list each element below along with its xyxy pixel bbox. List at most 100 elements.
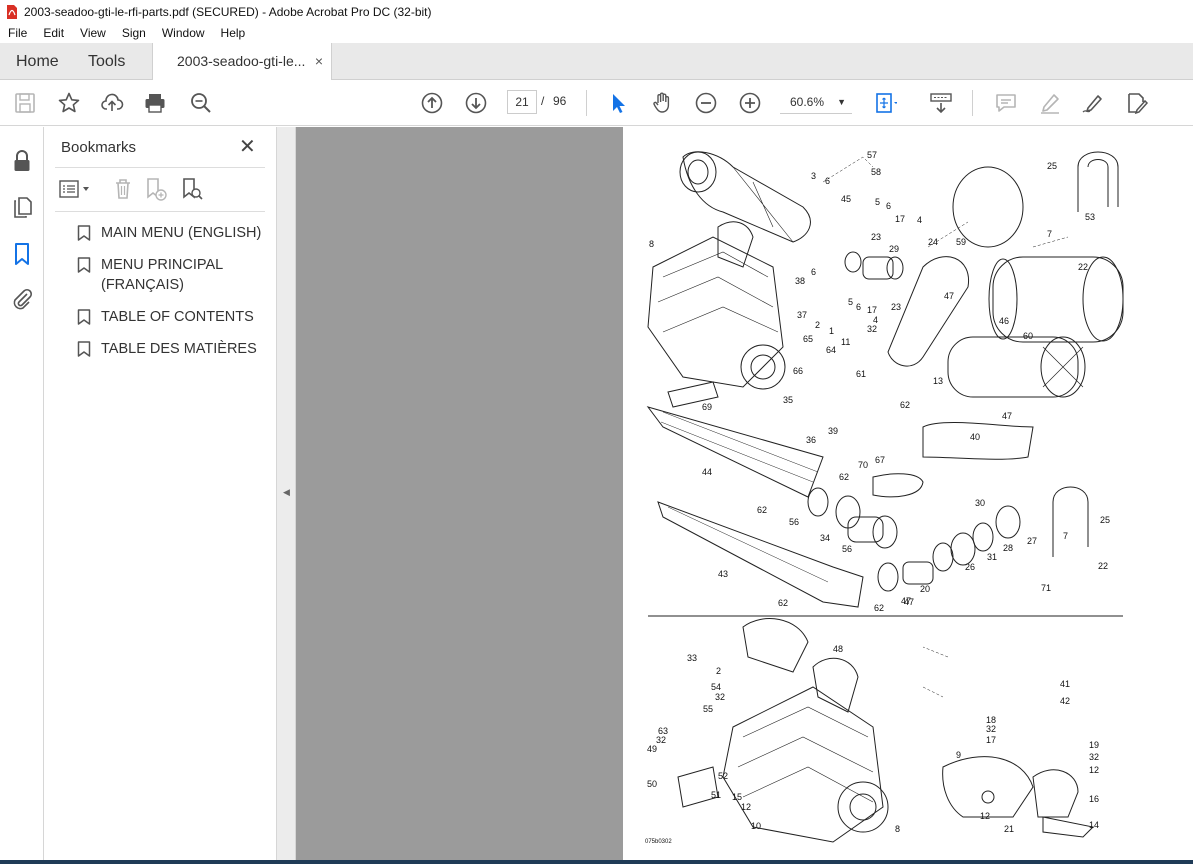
attachment-icon[interactable] [10,287,34,311]
part-callout-number: 8 [895,824,900,834]
bookmark-menu-principal[interactable]: MENU PRINCIPAL (FRANÇAIS) [75,255,275,295]
title-bar: 2003-seadoo-gti-le-rfi-parts.pdf (SECURE… [0,0,1193,23]
part-callout-number: 65 [803,334,813,344]
menu-sign[interactable]: Sign [114,26,154,40]
menu-file[interactable]: File [0,26,35,40]
hand-tool-icon[interactable] [650,91,674,115]
acrobat-window: 2003-seadoo-gti-le-rfi-parts.pdf (SECURE… [0,0,1193,864]
bookmark-icon [77,257,91,273]
bookmark-table-des-matieres[interactable]: TABLE DES MATIÈRES [75,339,275,359]
part-callout-number: 20 [920,584,930,594]
close-tab-icon[interactable]: × [315,43,323,80]
part-callout-number: 62 [900,400,910,410]
part-callout-number: 2 [815,320,820,330]
bookmark-table-of-contents[interactable]: TABLE OF CONTENTS [75,307,275,327]
part-callout-number: 45 [841,194,851,204]
part-callout-number: 61 [856,369,866,379]
total-pages: 96 [553,94,567,108]
tab-tools[interactable]: Tools [88,43,125,80]
part-callout-number: 66 [793,366,803,376]
comment-icon[interactable] [994,91,1018,115]
part-callout-number: 53 [1085,212,1095,222]
part-callout-number: 2 [716,666,721,676]
cloud-upload-icon[interactable] [100,91,124,115]
panel-splitter[interactable]: ◀ [277,127,296,860]
part-callout-number: 6 [811,267,816,277]
zoom-level-select[interactable]: 60.6% ▼ [780,90,852,114]
part-callout-number: 59 [956,237,966,247]
part-callout-number: 38 [795,276,805,286]
zoom-search-icon[interactable] [189,91,213,115]
part-callout-number: 10 [751,821,761,831]
scroll-mode-icon[interactable] [929,91,953,115]
window-title: 2003-seadoo-gti-le-rfi-parts.pdf (SECURE… [24,4,432,19]
previous-page-icon[interactable] [420,91,444,115]
tab-home[interactable]: Home [16,43,59,80]
menu-view[interactable]: View [72,26,114,40]
part-callout-number: 70 [858,460,868,470]
add-bookmark-icon[interactable] [144,177,168,201]
next-page-icon[interactable] [464,91,488,115]
find-bookmark-icon[interactable] [180,177,204,201]
diagram-callouts-top: 57583 645 5 617 425537228232924 593865 6 174233… [649,150,1110,613]
part-callout-number: 58 [871,167,881,177]
part-callout-number: 6 [886,201,891,211]
part-callout-number: 1 [829,326,834,336]
part-callout-number: 19 [1089,740,1099,750]
bookmark-panel-icon[interactable] [10,242,34,266]
save-icon[interactable] [13,91,37,115]
star-icon[interactable] [57,91,81,115]
part-callout-number: 29 [889,244,899,254]
part-callout-number: 13 [933,376,943,386]
part-callout-number: 22 [1078,262,1088,272]
chevron-down-icon: ▼ [837,97,846,107]
fill-sign-icon[interactable] [1125,91,1149,115]
part-callout-number: 51 [711,790,721,800]
part-callout-number: 12 [1089,765,1099,775]
page-number-input[interactable]: 21 [507,90,537,114]
part-callout-number: 67 [875,455,885,465]
part-callout-number: 36 [806,435,816,445]
part-callout-number: 54 [711,682,721,692]
menu-edit[interactable]: Edit [35,26,72,40]
options-menu-icon[interactable] [59,177,93,201]
part-callout-number: 47 [944,291,954,301]
part-callout-number: 34 [820,533,830,543]
document-viewport[interactable]: 57 58 3 6 45 5 6 17 4 25 53 7 22 8 23 29 24 59 38 6 5 6 17 4 23 3… [296,127,1193,860]
tab-document[interactable]: 2003-seadoo-gti-le... × [152,43,332,80]
part-callout-number: 32 [986,724,996,734]
sign-pen-icon[interactable] [1081,91,1105,115]
highlight-pen-icon[interactable] [1038,91,1062,115]
part-callout-number: 49 [647,744,657,754]
bookmark-main-menu-english[interactable]: MAIN MENU (ENGLISH) [75,223,275,243]
bookmark-label: TABLE DES MATIÈRES [101,341,257,357]
part-callout-number: 6 [825,176,830,186]
page-thumbnails-icon[interactable] [10,195,34,219]
zoom-out-icon[interactable] [694,91,718,115]
part-callout-number: 62 [757,505,767,515]
diagram-callouts-bottom: 48332543255633249525051 151210 84142183217… [647,644,1099,834]
bookmark-label: TABLE OF CONTENTS [101,309,254,325]
part-callout-number: 64 [826,345,836,355]
menu-help[interactable]: Help [213,26,254,40]
select-cursor-icon[interactable] [606,91,630,115]
part-callout-number: 31 [987,552,997,562]
part-callout-number: 33 [687,653,697,663]
bookmarks-panel: Bookmarks ✕ MAIN MENU (ENGLISH) MENU PRI… [45,127,277,860]
part-callout-number: 39 [828,426,838,436]
part-callout-number: 12 [741,802,751,812]
close-panel-icon[interactable]: ✕ [239,137,256,157]
part-callout-number: 21 [1004,824,1014,834]
delete-bookmark-icon[interactable] [111,177,135,201]
print-icon[interactable] [143,91,167,115]
part-callout-number: 6 [856,302,861,312]
collapse-panel-icon[interactable]: ◀ [283,487,290,498]
zoom-in-icon[interactable] [738,91,762,115]
lock-icon[interactable] [10,149,34,173]
part-callout-number: 32 [1089,752,1099,762]
part-callout-number: 48 [833,644,843,654]
part-callout-number: 55 [703,704,713,714]
menu-window[interactable]: Window [154,26,213,40]
fit-page-icon[interactable] [873,91,898,115]
part-callout-number: 28 [1003,543,1013,553]
